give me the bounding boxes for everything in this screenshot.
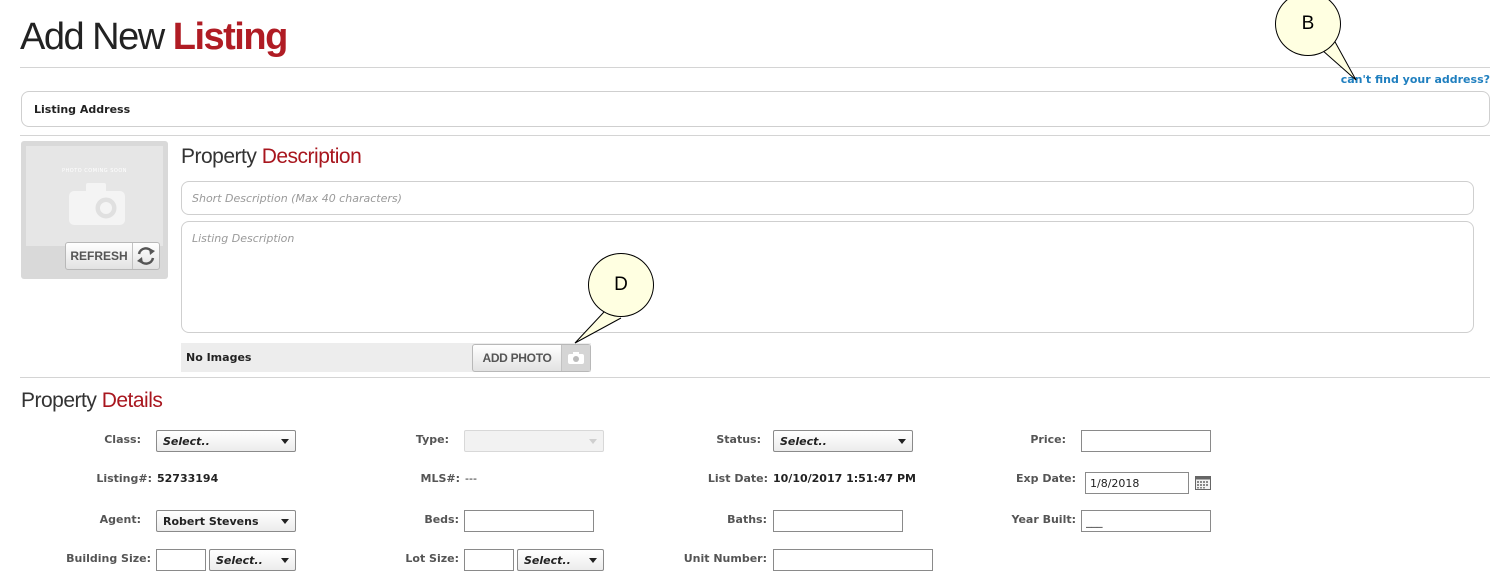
- listing-address-box[interactable]: Listing Address: [21, 91, 1490, 127]
- camera-placeholder-icon: [69, 183, 125, 225]
- exp-date-label: Exp Date:: [1016, 472, 1076, 485]
- price-input[interactable]: [1081, 430, 1211, 452]
- mls-number-value: ---: [465, 472, 477, 485]
- price-label: Price:: [1030, 433, 1066, 446]
- listing-number-value: 52733194: [157, 472, 219, 485]
- status-select-value: Select..: [780, 435, 827, 448]
- chevron-down-icon: [281, 519, 289, 524]
- cant-find-address-link[interactable]: can't find your address?: [1341, 73, 1490, 86]
- year-built-label: Year Built:: [1011, 513, 1076, 526]
- chevron-down-icon: [589, 439, 597, 444]
- agent-label: Agent:: [99, 513, 141, 526]
- beds-input[interactable]: [464, 510, 594, 532]
- chevron-down-icon: [281, 439, 289, 444]
- refresh-button-label: REFRESH: [66, 243, 133, 269]
- camera-icon: [568, 352, 584, 364]
- building-size-unit-select[interactable]: Select..: [209, 549, 296, 571]
- listing-number-label: Listing#:: [96, 472, 152, 485]
- lot-size-input[interactable]: [464, 549, 514, 571]
- status-select[interactable]: Select..: [773, 430, 913, 452]
- list-date-label: List Date:: [707, 472, 768, 485]
- status-label: Status:: [716, 433, 761, 446]
- class-select[interactable]: Select..: [156, 430, 296, 452]
- chevron-down-icon: [589, 558, 597, 563]
- unit-number-input[interactable]: [773, 549, 933, 571]
- lot-size-label: Lot Size:: [405, 552, 459, 565]
- add-photo-button[interactable]: ADD PHOTO: [472, 344, 591, 372]
- listing-description-textarea[interactable]: [181, 221, 1474, 333]
- agent-select-value: Robert Stevens: [163, 515, 259, 528]
- listing-address-label: Listing Address: [34, 103, 131, 116]
- building-size-input[interactable]: [156, 549, 206, 571]
- add-photo-button-label: ADD PHOTO: [473, 345, 562, 371]
- callout-d: D: [588, 253, 654, 317]
- address-divider: [20, 135, 1490, 136]
- refresh-icon: [137, 247, 155, 265]
- header-divider: [20, 67, 1490, 68]
- agent-select[interactable]: Robert Stevens: [156, 510, 296, 532]
- refresh-button[interactable]: REFRESH: [65, 242, 160, 270]
- mls-number-label: MLS#:: [420, 472, 461, 485]
- chevron-down-icon: [281, 558, 289, 563]
- year-built-input[interactable]: [1081, 510, 1211, 532]
- chevron-down-icon: [898, 439, 906, 444]
- photo-coming-soon-placeholder: PHOTO COMING SOON: [26, 146, 163, 246]
- property-details-heading: Property Details: [21, 389, 163, 413]
- page-title-prefix: Add New: [20, 16, 173, 58]
- short-description-input[interactable]: [181, 181, 1474, 215]
- lot-size-unit-value: Select..: [524, 554, 571, 567]
- description-divider: [20, 377, 1490, 378]
- add-photo-icon-box: [562, 345, 590, 371]
- list-date-value: 10/10/2017 1:51:47 PM: [773, 472, 916, 485]
- type-select[interactable]: [464, 430, 604, 452]
- listing-photo-panel: PHOTO COMING SOON REFRESH: [21, 141, 168, 279]
- property-description-heading-prefix: Property: [181, 145, 262, 168]
- property-description-heading-accent: Description: [261, 145, 362, 168]
- building-size-label: Building Size:: [66, 552, 151, 565]
- class-label: Class:: [104, 433, 141, 446]
- building-size-unit-value: Select..: [216, 554, 263, 567]
- calendar-icon[interactable]: [1195, 476, 1211, 490]
- no-images-label: No Images: [186, 351, 252, 364]
- baths-input[interactable]: [773, 510, 903, 532]
- property-description-heading: Property Description: [181, 145, 362, 169]
- page-title: Add New Listing: [20, 16, 289, 59]
- beds-label: Beds:: [424, 513, 459, 526]
- baths-label: Baths:: [727, 513, 767, 526]
- lot-size-unit-select[interactable]: Select..: [517, 549, 604, 571]
- property-details-heading-accent: Details: [101, 389, 163, 412]
- class-select-value: Select..: [163, 435, 210, 448]
- photo-placeholder-caption: PHOTO COMING SOON: [62, 168, 127, 174]
- type-label: Type:: [415, 433, 449, 446]
- images-bar: No Images ADD PHOTO: [181, 343, 591, 372]
- unit-number-label: Unit Number:: [683, 552, 767, 565]
- exp-date-input[interactable]: [1085, 472, 1189, 494]
- property-details-heading-prefix: Property: [21, 389, 102, 412]
- callout-b: B: [1275, 0, 1341, 56]
- page-title-accent: Listing: [172, 16, 289, 58]
